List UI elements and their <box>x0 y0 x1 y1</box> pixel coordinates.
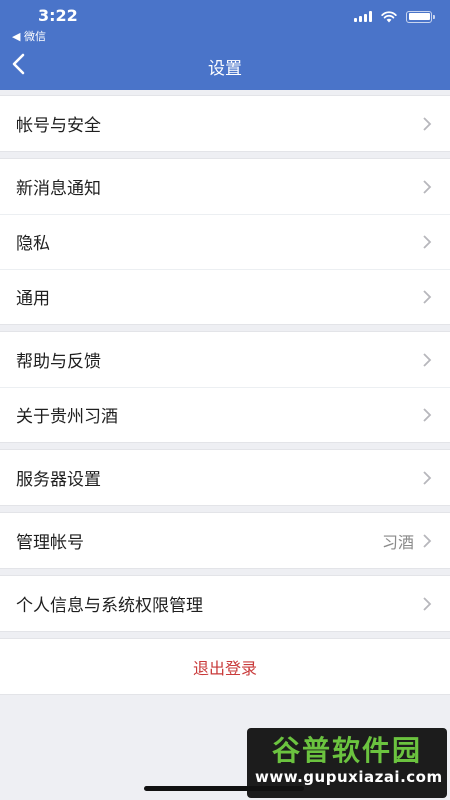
settings-item-label: 个人信息与系统权限管理 <box>16 596 203 616</box>
logout-group: 退出登录 <box>0 638 450 695</box>
cellular-signal-icon <box>354 11 372 22</box>
settings-item-label: 管理帐号 <box>16 533 84 553</box>
settings-group-account: 帐号与安全 <box>0 95 450 152</box>
settings-item-help-feedback[interactable]: 帮助与反馈 <box>0 332 450 387</box>
home-indicator[interactable] <box>144 786 304 791</box>
settings-item-personal-info-permissions[interactable]: 个人信息与系统权限管理 <box>0 576 450 631</box>
settings-item-manage-account[interactable]: 管理帐号 习酒 <box>0 513 450 568</box>
settings-item-account-security[interactable]: 帐号与安全 <box>0 96 450 151</box>
wifi-icon <box>381 11 397 23</box>
chevron-right-icon <box>423 407 432 422</box>
chevron-right-icon <box>423 289 432 304</box>
settings-item-notifications[interactable]: 新消息通知 <box>0 159 450 214</box>
settings-item-about[interactable]: 关于贵州习酒 <box>0 387 450 442</box>
settings-group-server: 服务器设置 <box>0 449 450 506</box>
chevron-right-icon <box>423 234 432 249</box>
chevron-right-icon <box>423 352 432 367</box>
settings-item-label: 帐号与安全 <box>16 116 101 136</box>
chevron-right-icon <box>423 470 432 485</box>
settings-item-general[interactable]: 通用 <box>0 269 450 324</box>
settings-item-label: 隐私 <box>16 234 50 254</box>
status-icons <box>354 10 435 23</box>
watermark-name: 谷普软件园 <box>271 734 422 767</box>
chevron-right-icon <box>423 116 432 131</box>
battery-icon <box>406 10 435 23</box>
settings-group-help: 帮助与反馈 关于贵州习酒 <box>0 331 450 443</box>
settings-item-label: 帮助与反馈 <box>16 352 101 372</box>
chevron-right-icon <box>423 179 432 194</box>
settings-item-label: 新消息通知 <box>16 179 101 199</box>
status-time: 3:22 <box>38 6 78 25</box>
settings-group-permissions: 个人信息与系统权限管理 <box>0 575 450 632</box>
page-title: 设置 <box>208 59 242 79</box>
chevron-right-icon <box>423 533 432 548</box>
logout-button[interactable]: 退出登录 <box>0 639 450 694</box>
settings-item-label: 通用 <box>16 289 50 309</box>
settings-item-label: 关于贵州习酒 <box>16 407 118 427</box>
navigation-header: 3:22 ◀ 微信 设置 <box>0 0 450 90</box>
settings-group-manage-account: 管理帐号 习酒 <box>0 512 450 569</box>
status-back-app-link[interactable]: ◀ 微信 <box>12 28 46 44</box>
settings-group-general: 新消息通知 隐私 通用 <box>0 158 450 325</box>
chevron-right-icon <box>423 596 432 611</box>
settings-item-privacy[interactable]: 隐私 <box>0 214 450 269</box>
settings-item-server-settings[interactable]: 服务器设置 <box>0 450 450 505</box>
settings-item-value: 习酒 <box>381 532 414 552</box>
watermark-url: www.gupuxiazai.com <box>255 768 443 786</box>
settings-item-label: 服务器设置 <box>16 470 101 490</box>
